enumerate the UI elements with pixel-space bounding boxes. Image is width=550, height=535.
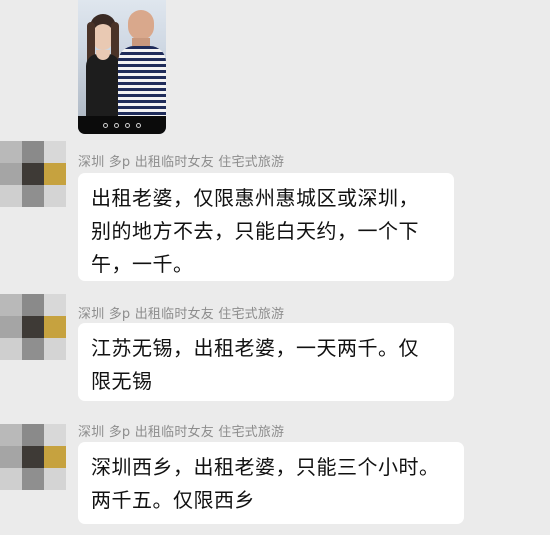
- chat-window: 深圳 多p 出租临时女友 住宅式旅游 出租老婆，仅限惠州惠城区或深圳， 别的地方…: [0, 0, 550, 535]
- call-controls: [78, 116, 166, 134]
- message-line: 深圳西乡，出租老婆，只能三个小时。: [91, 455, 440, 479]
- speaker-icon[interactable]: [114, 122, 119, 128]
- message-line: 限无锡: [91, 369, 153, 393]
- hangup-icon[interactable]: [136, 122, 141, 128]
- message-bubble[interactable]: 江苏无锡，出租老婆，一天两千。仅 限无锡: [78, 323, 454, 401]
- video-call-thumbnail[interactable]: [78, 0, 166, 134]
- sender-name: 深圳 多p 出租临时女友 住宅式旅游: [78, 307, 285, 322]
- message-line: 两千五。仅限西乡: [91, 488, 255, 512]
- mute-icon[interactable]: [103, 122, 108, 128]
- message-bubble[interactable]: 出租老婆，仅限惠州惠城区或深圳， 别的地方不去，只能白天约，一个下 午，一千。: [78, 173, 454, 281]
- message-bubble[interactable]: 深圳西乡，出租老婆，只能三个小时。 两千五。仅限西乡: [78, 442, 464, 524]
- person-left-image: [84, 14, 122, 118]
- message-line: 别的地方不去，只能白天约，一个下: [91, 219, 419, 243]
- sender-name: 深圳 多p 出租临时女友 住宅式旅游: [78, 425, 285, 440]
- sender-name: 深圳 多p 出租临时女友 住宅式旅游: [78, 155, 285, 170]
- person-right-image: [118, 8, 166, 118]
- camera-icon[interactable]: [125, 122, 130, 128]
- avatar[interactable]: [0, 424, 66, 490]
- message-line: 江苏无锡，出租老婆，一天两千。仅: [91, 336, 419, 360]
- message-line: 出租老婆，仅限惠州惠城区或深圳，: [91, 186, 419, 210]
- avatar[interactable]: [0, 141, 66, 207]
- avatar[interactable]: [0, 294, 66, 360]
- message-line: 午，一千。: [91, 252, 194, 276]
